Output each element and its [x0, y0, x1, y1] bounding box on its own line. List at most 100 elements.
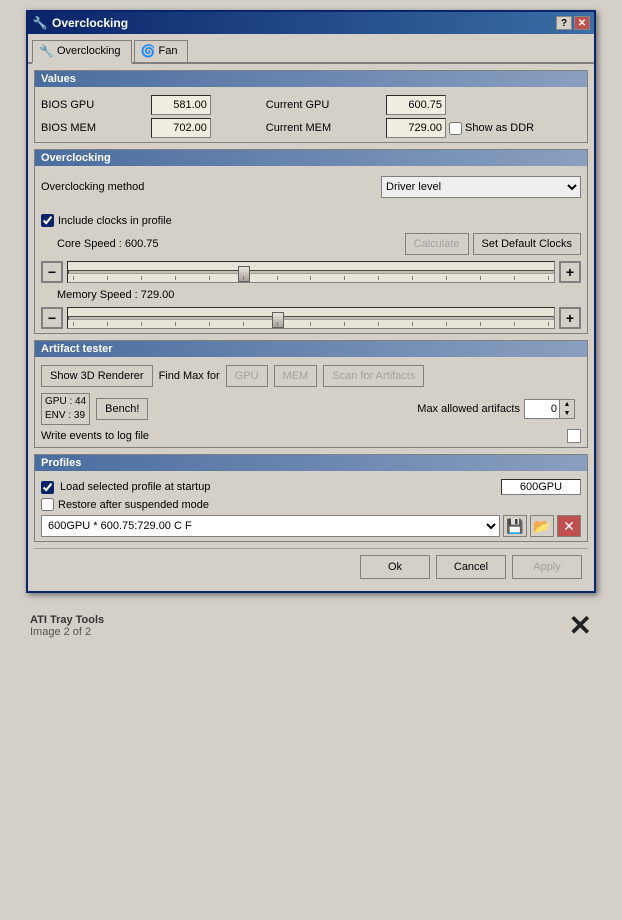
values-header: Values [35, 71, 587, 87]
image-info: Image 2 of 2 [30, 626, 104, 638]
memory-speed-label: Memory Speed : 729.00 [57, 289, 174, 301]
method-dropdown[interactable]: Driver level Hardware level Software lev… [381, 176, 581, 198]
include-clocks-checkbox[interactable] [41, 214, 54, 227]
profiles-body: Load selected profile at startup 600GPU … [35, 475, 587, 541]
include-clocks-row: Include clocks in profile [35, 210, 587, 231]
title-bar-left: 🔧 Overclocking [32, 15, 128, 31]
bios-gpu-input[interactable] [151, 95, 211, 115]
main-window: 🔧 Overclocking ? ✕ 🔧 Overclocking 🌀 Fan … [26, 10, 596, 593]
calculate-button[interactable]: Calculate [405, 233, 469, 255]
mem-button[interactable]: MEM [274, 365, 318, 387]
core-slider-track[interactable] [67, 261, 555, 283]
spin-up-button[interactable]: ▲ [560, 400, 574, 409]
oc-method-row: Overclocking method Driver level Hardwar… [35, 170, 587, 204]
bios-mem-input[interactable] [151, 118, 211, 138]
core-minus-button[interactable]: − [41, 261, 63, 283]
log-row: Write events to log file [35, 427, 587, 447]
core-plus-button[interactable]: + [559, 261, 581, 283]
restore-row: Restore after suspended mode [41, 498, 581, 511]
profile-combo-row: 600GPU * 600.75:729.00 C F 💾 📂 ✕ [41, 515, 581, 537]
current-gpu-input[interactable] [386, 95, 446, 115]
include-clocks-label: Include clocks in profile [58, 215, 172, 227]
load-startup-label: Load selected profile at startup [60, 481, 210, 493]
apply-button[interactable]: Apply [512, 555, 582, 579]
tab-fan-icon: 🌀 [141, 44, 156, 58]
profiles-section: Profiles Load selected profile at startu… [34, 454, 588, 542]
bench-button[interactable]: Bench! [96, 398, 148, 420]
delete-profile-button[interactable]: ✕ [557, 515, 581, 537]
tab-oc-icon: 🔧 [39, 44, 54, 58]
tab-overclocking[interactable]: 🔧 Overclocking [32, 40, 132, 64]
tab-oc-label: Overclocking [57, 45, 121, 57]
current-mem-input[interactable] [386, 118, 446, 138]
artifacts-spinner: ▲ ▼ [524, 399, 575, 419]
gpu-button[interactable]: GPU [226, 365, 268, 387]
load-startup-row: Load selected profile at startup 600GPU [41, 479, 581, 495]
max-artifacts-input[interactable] [524, 399, 560, 419]
current-mem-row: Show as DDR [386, 118, 581, 138]
artifacts-inline-row: Max allowed artifacts ▲ ▼ [152, 397, 581, 421]
log-checkbox[interactable] [567, 429, 581, 443]
values-section: Values BIOS GPU Current GPU BIOS MEM Cur… [34, 70, 588, 143]
current-gpu-label: Current GPU [266, 99, 378, 111]
show-ddr-checkbox[interactable] [449, 122, 462, 135]
speed-buttons-row: Core Speed : 600.75 Calculate Set Defaul… [35, 231, 587, 259]
memory-speed-row: Memory Speed : 729.00 [35, 287, 587, 305]
ok-button[interactable]: Ok [360, 555, 430, 579]
core-speed-label: Core Speed : 600.75 [57, 238, 159, 250]
tab-fan[interactable]: 🌀 Fan [134, 40, 189, 62]
memory-minus-button[interactable]: − [41, 307, 63, 329]
artifact-row1: Show 3D Renderer Find Max for GPU MEM Sc… [35, 361, 587, 391]
title-bar: 🔧 Overclocking ? ✕ [28, 12, 594, 34]
gpu-env-box: GPU : 44 ENV : 39 [41, 393, 90, 425]
save-profile-button[interactable]: 💾 [503, 515, 527, 537]
env-value: ENV : 39 [45, 409, 86, 423]
calc-buttons: Calculate Set Default Clocks [405, 233, 581, 255]
cancel-button[interactable]: Cancel [436, 555, 506, 579]
footer-text: ATI Tray Tools Image 2 of 2 [30, 614, 104, 638]
footer: ATI Tray Tools Image 2 of 2 ✕ [26, 609, 596, 642]
current-mem-label: Current MEM [266, 122, 378, 134]
profile-combo[interactable]: 600GPU * 600.75:729.00 C F [41, 515, 500, 537]
load-startup-checkbox[interactable] [41, 481, 54, 494]
spin-arrows: ▲ ▼ [560, 399, 575, 419]
artifact-row2: GPU : 44 ENV : 39 Bench! Max allowed art… [35, 391, 587, 427]
profiles-header: Profiles [35, 455, 587, 471]
tab-bar: 🔧 Overclocking 🌀 Fan [28, 34, 594, 64]
restore-checkbox[interactable] [41, 498, 54, 511]
spin-down-button[interactable]: ▼ [560, 409, 574, 418]
show-ddr-label: Show as DDR [465, 122, 534, 134]
window-title: Overclocking [52, 16, 128, 30]
log-label: Write events to log file [41, 430, 149, 442]
gpu-value: GPU : 44 [45, 395, 86, 409]
bios-gpu-label: BIOS GPU [41, 99, 143, 111]
close-footer-button[interactable]: ✕ [569, 609, 592, 642]
set-default-button[interactable]: Set Default Clocks [473, 233, 581, 255]
artifact-header: Artifact tester [35, 341, 587, 357]
tab-fan-label: Fan [158, 45, 177, 57]
overclocking-section: Overclocking Overclocking method Driver … [34, 149, 588, 334]
close-button[interactable]: ✕ [574, 16, 590, 30]
method-label: Overclocking method [41, 181, 144, 193]
values-grid: BIOS GPU Current GPU BIOS MEM Current ME… [35, 91, 587, 142]
title-controls: ? ✕ [556, 16, 590, 30]
scan-button[interactable]: Scan for Artifacts [323, 365, 424, 387]
help-button[interactable]: ? [556, 16, 572, 30]
app-name: ATI Tray Tools [30, 614, 104, 626]
find-max-label: Find Max for [159, 370, 220, 382]
show-3d-button[interactable]: Show 3D Renderer [41, 365, 153, 387]
core-slider-row: − [35, 259, 587, 287]
bottom-buttons: Ok Cancel Apply [34, 548, 588, 585]
restore-label: Restore after suspended mode [58, 499, 209, 511]
memory-slider-row: − [35, 305, 587, 333]
memory-plus-button[interactable]: + [559, 307, 581, 329]
overclocking-header: Overclocking [35, 150, 587, 166]
window-content: Values BIOS GPU Current GPU BIOS MEM Cur… [28, 64, 594, 591]
bios-mem-label: BIOS MEM [41, 122, 143, 134]
load-profile-button[interactable]: 📂 [530, 515, 554, 537]
max-artifacts-label: Max allowed artifacts [417, 403, 520, 415]
profile-name-box: 600GPU [501, 479, 581, 495]
artifact-tester-section: Artifact tester Show 3D Renderer Find Ma… [34, 340, 588, 448]
window-icon: 🔧 [32, 15, 48, 31]
memory-slider-track[interactable] [67, 307, 555, 329]
